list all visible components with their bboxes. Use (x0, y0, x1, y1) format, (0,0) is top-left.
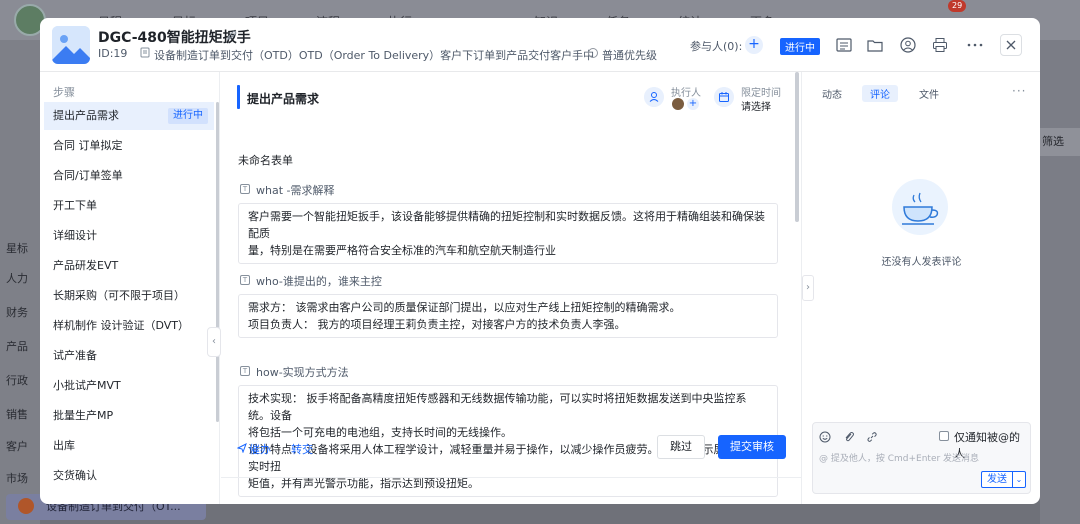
answer-line: 需求方： 该需求由客户公司的质量保证部门提出，以应对生产线上扭矩控制的精确需求。 (248, 301, 681, 314)
close-icon (1006, 40, 1016, 50)
answer-line: 项目负责人： 我方的项目经理王莉负责主控，对接客户方的技术负责人李强。 (248, 318, 626, 331)
collapse-steps-button[interactable]: ‹ (207, 327, 221, 357)
bg-sidebar-item[interactable]: 产品 (6, 338, 28, 354)
submit-review-button[interactable]: 提交审核 (718, 435, 786, 459)
comment-editor[interactable]: 仅通知被@的人 @ 提及他人，按 Cmd+Enter 发送消息 发送 ⌄ (812, 422, 1031, 494)
step-item[interactable]: 试产准备 (44, 342, 214, 370)
answer-field[interactable]: 客户需要一个智能扭矩扳手，该设备能够提供精确的扭矩控制和实时数据反馈。这将用于精… (238, 203, 778, 264)
calendar-icon (714, 87, 734, 107)
skip-button[interactable]: 跳过 (657, 435, 705, 459)
edit-icon[interactable] (226, 29, 238, 41)
step-item[interactable]: 详细设计 (44, 222, 214, 250)
notification-badge: 29 (948, 0, 967, 12)
background-right-panel (1040, 40, 1080, 524)
step-item[interactable]: 长期采购（可不限于项目） (44, 282, 214, 310)
bg-sidebar-item[interactable]: 客户 (6, 438, 28, 454)
folder-icon[interactable] (866, 36, 884, 54)
executor-label: 执行人 (671, 88, 701, 99)
title-accent-bar (237, 85, 240, 109)
step-item[interactable]: 出库 (44, 432, 214, 460)
step-item[interactable]: 样机制作 设计验证（DVT） (44, 312, 214, 340)
tab-files[interactable]: 文件 (919, 86, 939, 101)
text-field-icon: T (240, 366, 250, 376)
emoji-icon[interactable] (819, 431, 831, 443)
answer-field[interactable]: 需求方： 该需求由客户公司的质量保证部门提出，以应对生产线上扭矩控制的精确需求。… (238, 294, 778, 338)
text-field-icon: T (240, 275, 250, 285)
empty-comments-text: 还没有人发表评论 (881, 257, 962, 268)
task-cover-icon (52, 26, 90, 64)
form-scrollbar[interactable] (795, 72, 799, 222)
attachment-icon[interactable] (843, 431, 855, 443)
text-field-icon: T (240, 184, 250, 194)
modal-header: DGC-480智能扭矩扳手 ID:19 设备制造订单到交付（OTD）OTD（Or… (40, 18, 1040, 72)
step-item[interactable]: 产品研发EVT (44, 252, 214, 280)
filter-button[interactable]: 筛选 (1040, 128, 1080, 156)
executor-avatar[interactable] (672, 98, 684, 110)
step-item[interactable]: 批量生产MP (44, 402, 214, 430)
step-title: 提出产品需求 (247, 92, 320, 106)
step-status-badge: 进行中 (168, 108, 208, 124)
question-label: who-谁提出的，谁来主控 (256, 275, 382, 288)
comments-panel: 动态 评论 文件 ··· › 还没有人发表评论 仅通知被@的人 @ 提及他人，按… (801, 72, 1040, 504)
form-footer (221, 477, 801, 504)
step-item[interactable]: 开工下单 (44, 192, 214, 220)
board-icon[interactable] (835, 36, 853, 54)
steps-panel: 步骤 提出产品需求 进行中 合同 订单拟定 合同/订单签单 开工下单 详细设计 … (40, 72, 221, 504)
send-button[interactable]: 发送 (981, 471, 1013, 488)
priority-label[interactable]: 普通优先级 (602, 47, 657, 63)
process-icon (140, 47, 150, 58)
user-icon[interactable] (899, 36, 917, 54)
step-label: 提出产品需求 (53, 109, 119, 122)
step-item[interactable]: 合同/订单签单 (44, 162, 214, 190)
step-form: 提出产品需求 执行人 + 限定时间 请选择 未命名表单 T what -需求解释… (221, 72, 801, 504)
add-executor-button[interactable]: + (687, 98, 699, 110)
bg-sidebar-item[interactable]: 人力 (6, 270, 28, 286)
bg-sidebar-item[interactable]: 市场 (6, 470, 28, 486)
participants-label: 参与人(0): (690, 40, 743, 53)
bg-sidebar-item[interactable]: 销售 (6, 406, 28, 422)
tab-activity[interactable]: 动态 (822, 86, 842, 101)
urge-button[interactable]: 催办 (249, 441, 271, 457)
steps-scrollbar[interactable] (216, 102, 219, 422)
answer-line: 客户需要一个智能扭矩扳手，该设备能够提供精确的扭矩控制和实时数据反馈。这将用于精… (248, 210, 765, 240)
tab-comments[interactable]: 评论 (862, 85, 898, 102)
urge-icon (237, 443, 247, 453)
answer-line: 技术实现： 扳手将配备高精度扭矩传感器和无线数据传输功能，可以实时将扭矩数据发送… (248, 392, 747, 422)
task-id: ID:19 (98, 47, 128, 60)
bg-sidebar-item[interactable]: 财务 (6, 304, 28, 320)
task-modal: DGC-480智能扭矩扳手 ID:19 设备制造订单到交付（OTD）OTD（Or… (40, 18, 1040, 504)
transfer-button[interactable]: 转交 (291, 441, 313, 457)
print-icon[interactable] (931, 36, 949, 54)
more-icon[interactable]: ··· (1012, 84, 1026, 98)
bg-sidebar-item[interactable]: 星标 (6, 240, 28, 256)
answer-line: 量，特别是在需要严格符合安全标准的汽车和航空航天制造行业 (248, 244, 556, 257)
close-button[interactable] (1000, 34, 1022, 56)
empty-cup-icon (892, 179, 948, 235)
form-name: 未命名表单 (238, 154, 293, 167)
process-name[interactable]: 设备制造订单到交付（OTD）OTD（Order To Delivery）客户下订… (154, 47, 594, 63)
step-item[interactable]: 提出产品需求 进行中 (44, 102, 214, 130)
executor-icon (644, 87, 664, 107)
bg-process-icon (18, 498, 34, 514)
expand-panel-button[interactable]: › (802, 275, 814, 301)
send-options-chevron-down-icon[interactable]: ⌄ (1012, 471, 1026, 488)
bg-sidebar-item[interactable]: 行政 (6, 372, 28, 388)
question-label: how-实现方式方法 (256, 366, 349, 379)
priority-icon (588, 48, 598, 58)
question-label: what -需求解释 (256, 184, 335, 197)
comment-input-placeholder[interactable]: @ 提及他人，按 Cmd+Enter 发送消息 (819, 451, 979, 464)
status-badge[interactable]: 进行中 (780, 38, 820, 55)
step-item[interactable]: 合同 订单拟定 (44, 132, 214, 160)
more-icon[interactable] (966, 36, 984, 54)
step-item[interactable]: 交货确认 (44, 462, 214, 490)
add-participant-button[interactable]: + (745, 36, 763, 54)
step-item[interactable]: 小批试产MVT (44, 372, 214, 400)
link-icon[interactable] (866, 431, 878, 443)
notify-mentioned-checkbox[interactable] (939, 431, 949, 441)
steps-heading: 步骤 (53, 86, 75, 99)
due-label: 限定时间 (741, 88, 781, 99)
due-date-picker[interactable]: 请选择 (741, 98, 771, 113)
